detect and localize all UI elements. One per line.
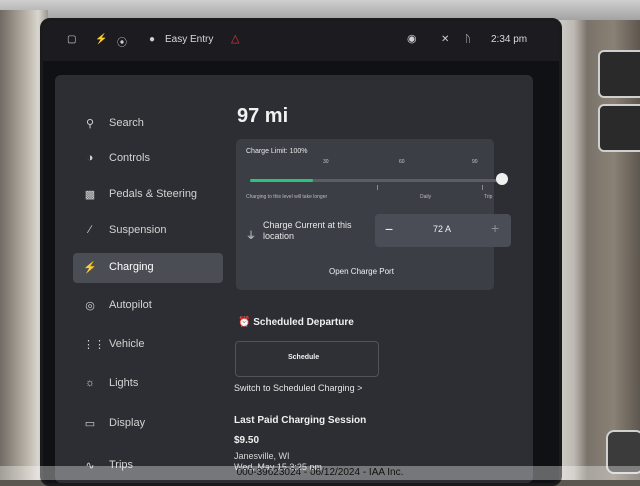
sidebar-item-label: Lights xyxy=(109,377,139,389)
sliders-icon: ⋮⋮ xyxy=(83,339,105,351)
signal-off-icon: ✕ xyxy=(441,34,450,45)
air-vent-icon xyxy=(598,104,640,152)
sidebar-item-label: Vehicle xyxy=(109,338,145,350)
clock: 2:34 pm xyxy=(491,34,528,45)
door-icon[interactable]: ▢ xyxy=(67,34,76,45)
charge-warning-text: Charging to this level will take longer xyxy=(246,194,328,200)
schedule-button[interactable]: Schedule xyxy=(235,341,379,377)
display-icon: ▭ xyxy=(84,418,96,430)
sidebar-item-search[interactable]: ⚲ Search xyxy=(73,109,223,139)
bluetooth-icon[interactable]: ᚢ xyxy=(465,34,471,45)
lightning-icon: ⚡ xyxy=(83,262,97,274)
circle-icon[interactable]: ◉ xyxy=(407,32,417,45)
sidebar-item-label: Autopilot xyxy=(109,299,152,311)
sidebar-item-label: Suspension xyxy=(109,224,167,236)
tick-label: 30 xyxy=(323,159,329,165)
decrease-current-button[interactable]: − xyxy=(385,221,393,237)
sidebar-item-label: Display xyxy=(109,417,146,429)
alarm-clock-icon: ⏰ xyxy=(238,317,251,328)
person-icon[interactable]: ● xyxy=(149,34,155,45)
sun-icon: ☼ xyxy=(84,377,96,389)
sidebar-item-charging[interactable]: ⚡ Charging xyxy=(73,253,223,283)
watermark: 000-39623024 - 06/12/2024 - IAA Inc. xyxy=(0,466,640,480)
sidebar-item-label: Search xyxy=(109,117,144,129)
charge-current-label: Charge Current at this location xyxy=(263,220,352,241)
charge-limit-fill xyxy=(250,179,313,182)
daily-label: Daily xyxy=(420,194,432,200)
touchscreen: ▢ ⚡ ⦿ ● Easy Entry △ ◉ ✕ ᚢ 2:34 pm ⚲ Sea… xyxy=(40,18,562,486)
tick-label: 60 xyxy=(399,159,405,165)
increase-current-button[interactable]: + xyxy=(491,220,499,236)
charge-limit-card: Charge Limit: 100% 30 60 90 Charging to … xyxy=(236,139,511,290)
scheduled-departure-heading: ⏰ Scheduled Departure xyxy=(238,317,354,328)
sidebar-item-label: Charging xyxy=(109,261,154,273)
open-charge-port-button[interactable]: Open Charge Port xyxy=(329,267,394,276)
tire-pressure-icon[interactable]: ⦿ xyxy=(117,34,127,49)
toggle-icon: ◑ xyxy=(86,152,94,164)
warning-icon[interactable]: △ xyxy=(231,32,239,45)
charge-limit-label: Charge Limit: 100% xyxy=(246,148,308,155)
plug-icon: ⏚ xyxy=(246,231,256,242)
sidebar-item-controls[interactable]: ◑ Controls xyxy=(73,144,223,174)
steering-wheel-icon: ◎ xyxy=(85,300,95,312)
charge-limit-slider-handle[interactable] xyxy=(496,173,508,185)
last-session-price: $9.50 xyxy=(234,435,260,446)
suspension-icon: ∕ xyxy=(89,224,91,236)
charge-current-value: 72 A xyxy=(433,224,452,234)
car-icon: ▩ xyxy=(84,189,96,201)
sidebar-item-lights[interactable]: ☼ Lights xyxy=(73,369,223,399)
scheduled-departure-title: Scheduled Departure xyxy=(253,317,354,328)
sidebar-item-suspension[interactable]: ∕ Suspension xyxy=(73,216,223,246)
tick-label: 90 xyxy=(472,159,478,165)
switch-to-scheduled-charging-link[interactable]: Switch to Scheduled Charging > xyxy=(234,383,362,393)
daily-range-marker xyxy=(377,185,378,190)
sidebar-item-autopilot[interactable]: ◎ Autopilot xyxy=(73,291,223,321)
driver-profile[interactable]: Easy Entry xyxy=(165,34,213,45)
status-bar: ▢ ⚡ ⦿ ● Easy Entry △ ◉ ✕ ᚢ 2:34 pm xyxy=(43,21,559,61)
sidebar-item-pedals-steering[interactable]: ▩ Pedals & Steering xyxy=(73,180,223,210)
charge-current-stepper: − 72 A + xyxy=(375,214,511,247)
search-icon: ⚲ xyxy=(85,118,95,130)
range-readout: 97 mi xyxy=(237,105,289,127)
schedule-button-label: Schedule xyxy=(288,354,320,361)
sidebar-item-label: Controls xyxy=(109,152,150,164)
last-session-title: Last Paid Charging Session xyxy=(234,415,367,426)
sidebar-item-vehicle[interactable]: ⋮⋮ Vehicle xyxy=(73,330,223,360)
trip-label: Trip xyxy=(484,194,493,200)
sidebar-item-display[interactable]: ▭ Display xyxy=(73,409,223,439)
last-session-location: Janesville, WI xyxy=(234,451,290,461)
sidebar-item-label: Pedals & Steering xyxy=(109,188,198,200)
trip-range-marker xyxy=(482,185,483,190)
air-vent-icon xyxy=(598,50,640,98)
lightning-icon[interactable]: ⚡ xyxy=(95,34,107,45)
